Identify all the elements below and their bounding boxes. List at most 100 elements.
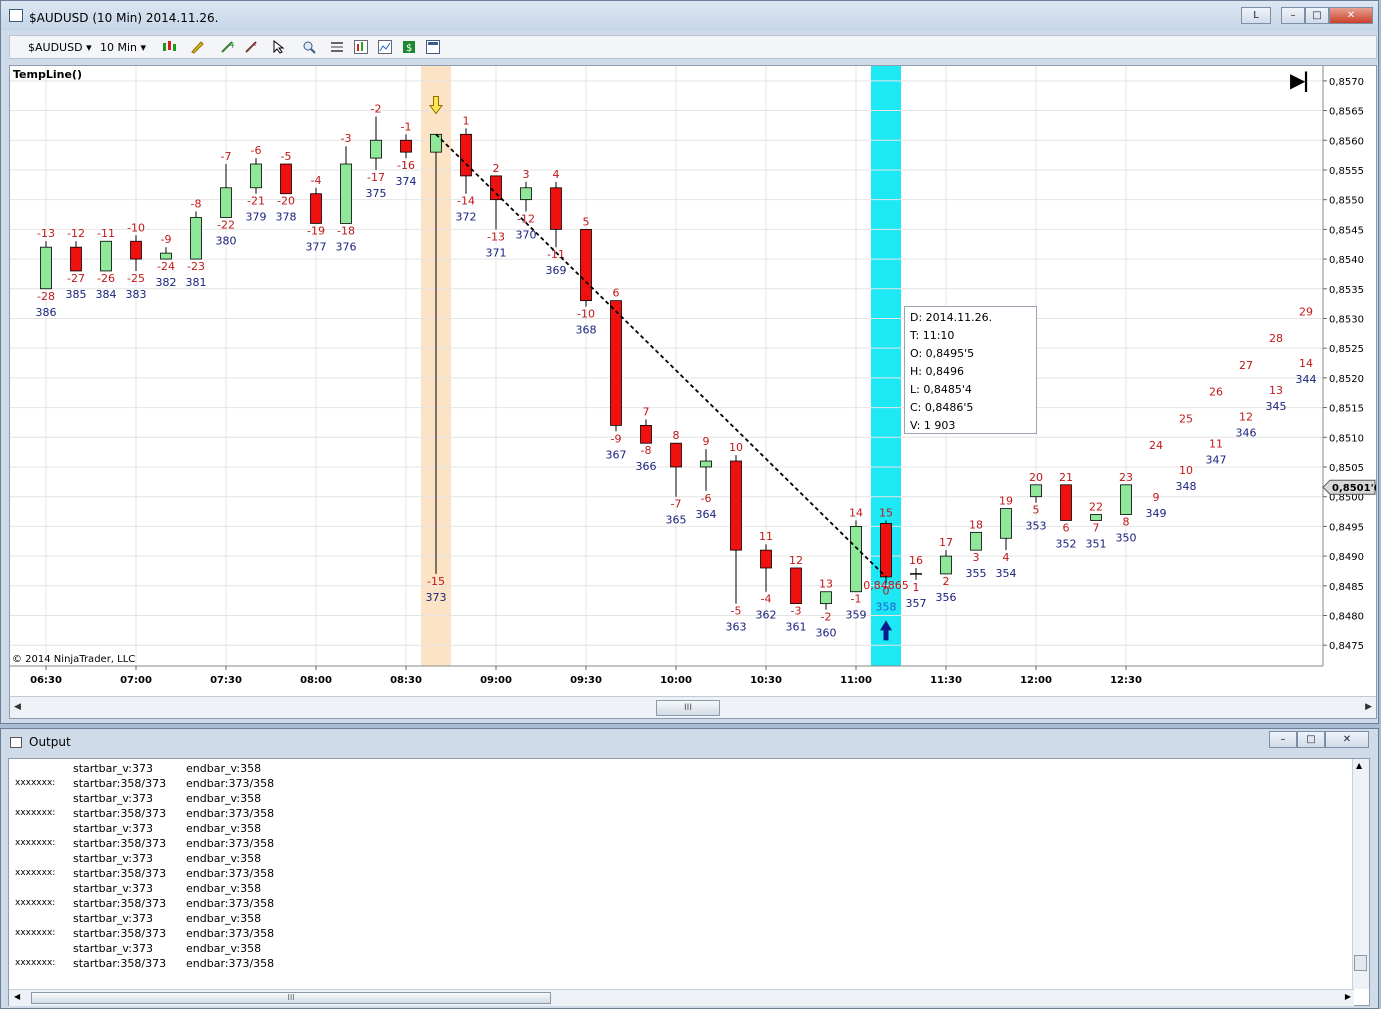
output-horizontal-scrollbar[interactable]: ◀ III ▶ — [9, 989, 1354, 1006]
time-tick-label: 09:00 — [480, 675, 512, 686]
chart-window-icon — [9, 9, 23, 22]
candle-body — [100, 240, 112, 272]
bar-bottom-label: -8 — [641, 444, 652, 457]
bar-bottom-label: -4 — [761, 593, 772, 606]
output-minimize-button[interactable]: – — [1269, 731, 1297, 748]
candle-body — [610, 300, 622, 426]
output-vscroll-thumb[interactable] — [1354, 955, 1367, 971]
link-badge-button[interactable]: L — [1241, 7, 1271, 24]
scroll-up-icon[interactable]: ▲ — [1356, 761, 1362, 770]
bar-number-label: 382 — [156, 276, 177, 289]
output-line-text: xxxxxxx: — [15, 778, 56, 788]
bar-number-label: 375 — [366, 187, 387, 200]
price-tick-label: 0,8490 — [1329, 552, 1364, 563]
bars-icon[interactable] — [354, 40, 368, 54]
bar-number-label: 360 — [816, 627, 837, 640]
bar-number-label: 347 — [1206, 453, 1227, 466]
bar-top-label: 15 — [879, 506, 893, 519]
zoom-out-icon[interactable]: - — [244, 40, 258, 54]
output-line-text: startbar:358/373 — [73, 867, 167, 880]
bar-bottom-label: -21 — [247, 195, 265, 208]
bar-number-label: 369 — [546, 264, 567, 277]
bar-number-label: 372 — [456, 211, 477, 224]
time-tick-label: 06:30 — [30, 675, 62, 686]
chevron-down-icon: ▾ — [86, 41, 92, 54]
close-button[interactable]: ✕ — [1329, 7, 1373, 24]
price-tick-label: 0,8560 — [1329, 136, 1364, 147]
price-tick-label: 0,8570 — [1329, 77, 1364, 88]
svg-text:$: $ — [406, 43, 412, 54]
candle-body — [520, 187, 532, 201]
maximize-button[interactable]: □ — [1305, 7, 1329, 24]
data-box-icon[interactable] — [426, 40, 440, 54]
copyright-label: © 2014 NinjaTrader, LLC — [12, 654, 136, 665]
scroll-left-icon[interactable]: ◀ — [14, 992, 20, 1001]
candle-body — [820, 591, 832, 605]
price-tick-label: 0,8510 — [1329, 433, 1364, 444]
scroll-right-icon[interactable]: ▶ — [1345, 992, 1351, 1001]
time-tick-label: 08:00 — [300, 675, 332, 686]
price-tick-label: 0,8540 — [1329, 255, 1364, 266]
chart-horizontal-scrollbar[interactable]: ◀ III ▶ — [10, 696, 1376, 718]
pencil-icon[interactable] — [190, 40, 204, 54]
bar-top-label: 27 — [1239, 359, 1253, 372]
magnifier-icon[interactable] — [302, 40, 316, 54]
bar-bottom-label: -22 — [217, 218, 235, 231]
info-open: O: 0,8495'5 — [910, 347, 975, 360]
scroll-right-icon[interactable]: ▶ — [1365, 702, 1372, 712]
bar-number-label: 366 — [636, 460, 657, 473]
bar-top-label: -12 — [67, 227, 85, 240]
candle-body — [490, 175, 502, 201]
output-line-text: endbar_v:358 — [186, 882, 262, 895]
interval-selector[interactable]: 10 Min ▾ — [100, 40, 146, 55]
bar-top-label: -9 — [161, 233, 172, 246]
bar-number-label: 368 — [576, 324, 597, 337]
price-tick-label: 0,8480 — [1329, 612, 1364, 623]
bar-top-label: -3 — [341, 132, 352, 145]
output-hscroll-thumb[interactable]: III — [31, 992, 551, 1004]
output-close-button[interactable]: ✕ — [1325, 731, 1369, 748]
output-line-text: endbar:373/358 — [186, 807, 275, 820]
bar-top-label: 5 — [583, 215, 590, 228]
bar-bottom-label: -15 — [427, 575, 445, 588]
output-text-area[interactable]: startbar_v:373 endbar_v:358 xxxxxxx: startb… — [8, 758, 1370, 1006]
bar-bottom-label: -3 — [791, 605, 802, 618]
strategy-icon[interactable]: $ — [402, 40, 416, 54]
cursor-icon[interactable] — [272, 40, 286, 54]
bar-number-label: 351 — [1086, 537, 1107, 550]
output-vertical-scrollbar[interactable]: ▲ — [1352, 759, 1369, 989]
price-tick-label: 0,8565 — [1329, 107, 1364, 118]
price-chart[interactable]: 0,8570 0,8565 0,8560 0,8555 0,8550 0,8545 0,85… — [10, 66, 1376, 696]
minimize-button[interactable]: – — [1281, 7, 1305, 24]
bar-top-label: 2 — [493, 162, 500, 175]
bar-bottom-label: -23 — [187, 260, 205, 273]
time-tick-label: 11:00 — [840, 675, 872, 686]
properties-icon[interactable] — [330, 40, 344, 54]
price-tick-label: 0,8520 — [1329, 374, 1364, 385]
bar-bottom-label: -28 — [37, 290, 55, 303]
indicator-label: TempLine() — [13, 68, 82, 81]
time-tick-label: 08:30 — [390, 675, 422, 686]
bar-number-label: 365 — [666, 514, 687, 527]
bar-top-label: -2 — [371, 102, 382, 115]
indicator-icon[interactable] — [378, 40, 392, 54]
bar-number-label: 379 — [246, 211, 267, 224]
bar-top-label: 17 — [939, 536, 953, 549]
bar-top-label: 14 — [849, 506, 863, 519]
bar-number-label: 381 — [186, 276, 207, 289]
go-to-end-icon[interactable]: ▶| — [1290, 68, 1310, 92]
last-price-label: 0,8501'6 — [1332, 483, 1376, 494]
candle-body — [220, 187, 232, 218]
chart-panel[interactable]: 0,8570 0,8565 0,8560 0,8555 0,8550 0,8545 0,85… — [9, 65, 1377, 719]
scroll-thumb[interactable]: III — [656, 700, 720, 716]
bar-top-label: 29 — [1299, 306, 1313, 319]
title-bar[interactable]: $AUDUSD (10 Min) 2014.11.26. L – □ ✕ — [1, 1, 1378, 31]
scroll-left-icon[interactable]: ◀ — [14, 702, 21, 712]
instrument-selector[interactable]: $AUDUSD ▾ — [28, 40, 92, 55]
output-line-text: startbar:358/373 — [73, 777, 167, 790]
candlestick-icon[interactable] — [162, 40, 176, 54]
output-window-icon — [10, 737, 22, 748]
output-maximize-button[interactable]: □ — [1297, 731, 1325, 748]
zoom-in-icon[interactable]: + — [220, 40, 234, 54]
bar-number-label: 355 — [966, 567, 987, 580]
